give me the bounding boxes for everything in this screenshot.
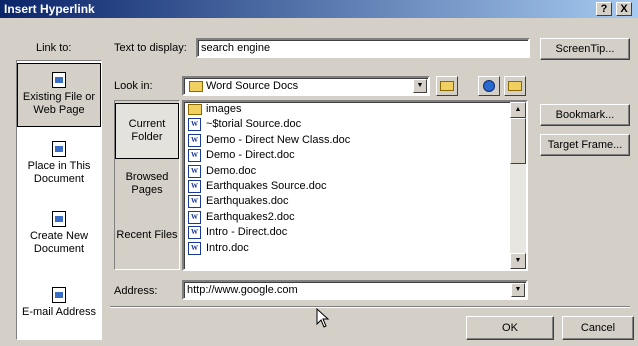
- file-list-item[interactable]: W Earthquakes.doc: [184, 194, 526, 209]
- globe-search-icon: [483, 80, 495, 92]
- target-frame-button[interactable]: Target Frame...: [540, 134, 630, 156]
- place-browsed-pages[interactable]: Browsed Pages: [115, 171, 179, 211]
- word-document-icon: W: [188, 241, 201, 255]
- file-list-item[interactable]: images: [184, 102, 526, 117]
- window-title: Insert Hyperlink: [4, 2, 95, 16]
- text-to-display-input[interactable]: search engine: [196, 38, 530, 58]
- up-folder-button[interactable]: [436, 76, 458, 96]
- word-document-icon: W: [188, 118, 201, 132]
- browse-file-button[interactable]: [504, 76, 526, 96]
- file-name: Intro.doc: [206, 241, 249, 254]
- file-name: Demo - Direct.doc: [206, 149, 295, 162]
- file-name: Demo.doc: [206, 164, 257, 177]
- scroll-thumb[interactable]: [510, 118, 526, 164]
- link-create-label: Create New Document: [29, 230, 89, 255]
- folder-icon: [188, 104, 202, 115]
- help-button[interactable]: ?: [596, 2, 612, 16]
- folder-icon: [189, 81, 203, 92]
- title-bar: Insert Hyperlink ? X: [0, 0, 638, 18]
- link-existing-file-label: Existing File or Web Page: [22, 91, 96, 116]
- file-list-item[interactable]: W Demo - Direct.doc: [184, 148, 526, 163]
- file-list-item[interactable]: W ~$torial Source.doc: [184, 117, 526, 132]
- file-name: Earthquakes2.doc: [206, 210, 295, 223]
- link-to-bar: Existing File or Web Page Place in This …: [16, 60, 102, 340]
- word-document-icon: W: [188, 133, 201, 147]
- word-document-icon: W: [188, 226, 201, 240]
- email-icon: [52, 287, 66, 303]
- file-list-item[interactable]: W Intro - Direct.doc: [184, 225, 526, 240]
- link-email-address[interactable]: E-mail Address: [17, 287, 101, 327]
- address-value: http://www.google.com: [187, 284, 298, 296]
- vertical-scrollbar[interactable]: ▲ ▼: [510, 102, 526, 269]
- word-document-icon: W: [188, 195, 201, 209]
- file-name: Demo - Direct New Class.doc: [206, 133, 351, 146]
- address-input[interactable]: http://www.google.com ▼: [182, 280, 528, 300]
- file-list-item[interactable]: W Earthquakes Source.doc: [184, 179, 526, 194]
- place-current-folder[interactable]: Current Folder: [115, 103, 179, 159]
- bookmark-button[interactable]: Bookmark...: [540, 104, 630, 126]
- word-document-icon: W: [188, 164, 201, 178]
- look-in-value: Word Source Docs: [206, 80, 299, 92]
- place-recent-files[interactable]: Recent Files: [115, 229, 179, 269]
- word-document-icon: W: [188, 210, 201, 224]
- text-to-display-label: Text to display:: [114, 42, 187, 54]
- address-chevron-down-icon[interactable]: ▼: [511, 283, 525, 297]
- file-list-item[interactable]: W Intro.doc: [184, 241, 526, 256]
- scroll-down-icon[interactable]: ▼: [510, 253, 526, 269]
- look-in-dropdown[interactable]: Word Source Docs ▼: [182, 76, 430, 96]
- file-name: images: [206, 103, 242, 115]
- file-list-item[interactable]: W Demo.doc: [184, 164, 526, 179]
- places-bar: Current Folder Browsed Pages Recent File…: [114, 100, 180, 270]
- place-in-document-icon: [52, 141, 66, 157]
- file-name: ~$torial Source.doc: [206, 118, 302, 131]
- address-label: Address:: [114, 285, 158, 297]
- link-create-new-document[interactable]: Create New Document: [17, 211, 101, 261]
- link-existing-file[interactable]: Existing File or Web Page: [17, 63, 101, 127]
- separator: [110, 306, 630, 308]
- mouse-cursor-icon: [316, 308, 330, 328]
- word-document-icon: W: [188, 149, 201, 163]
- file-list-item[interactable]: W Earthquakes2.doc: [184, 210, 526, 225]
- file-name: Earthquakes Source.doc: [206, 179, 327, 192]
- link-place-label: Place in This Document: [27, 160, 91, 185]
- close-button[interactable]: X: [616, 2, 632, 16]
- word-document-icon: W: [188, 179, 201, 193]
- file-name: Earthquakes.doc: [206, 195, 289, 208]
- browse-web-button[interactable]: [478, 76, 500, 96]
- screentip-button[interactable]: ScreenTip...: [540, 38, 630, 60]
- file-name: Intro - Direct.doc: [206, 226, 288, 239]
- file-list-item[interactable]: W Demo - Direct New Class.doc: [184, 133, 526, 148]
- ok-button[interactable]: OK: [466, 316, 554, 340]
- up-folder-icon: [440, 81, 454, 91]
- link-place-in-document[interactable]: Place in This Document: [17, 141, 101, 191]
- cancel-button[interactable]: Cancel: [562, 316, 634, 340]
- file-list[interactable]: images W ~$torial Source.doc W Demo - Direct…: [182, 100, 528, 271]
- file-rows: images W ~$torial Source.doc W Demo - Direct…: [184, 102, 526, 256]
- open-folder-icon: [508, 81, 522, 91]
- look-in-label: Look in:: [114, 80, 153, 92]
- web-page-icon: [52, 72, 66, 88]
- link-email-label: E-mail Address: [22, 306, 96, 318]
- scroll-up-icon[interactable]: ▲: [510, 102, 526, 118]
- link-to-label: Link to:: [36, 42, 72, 54]
- chevron-down-icon[interactable]: ▼: [413, 79, 427, 93]
- new-document-icon: [52, 211, 66, 227]
